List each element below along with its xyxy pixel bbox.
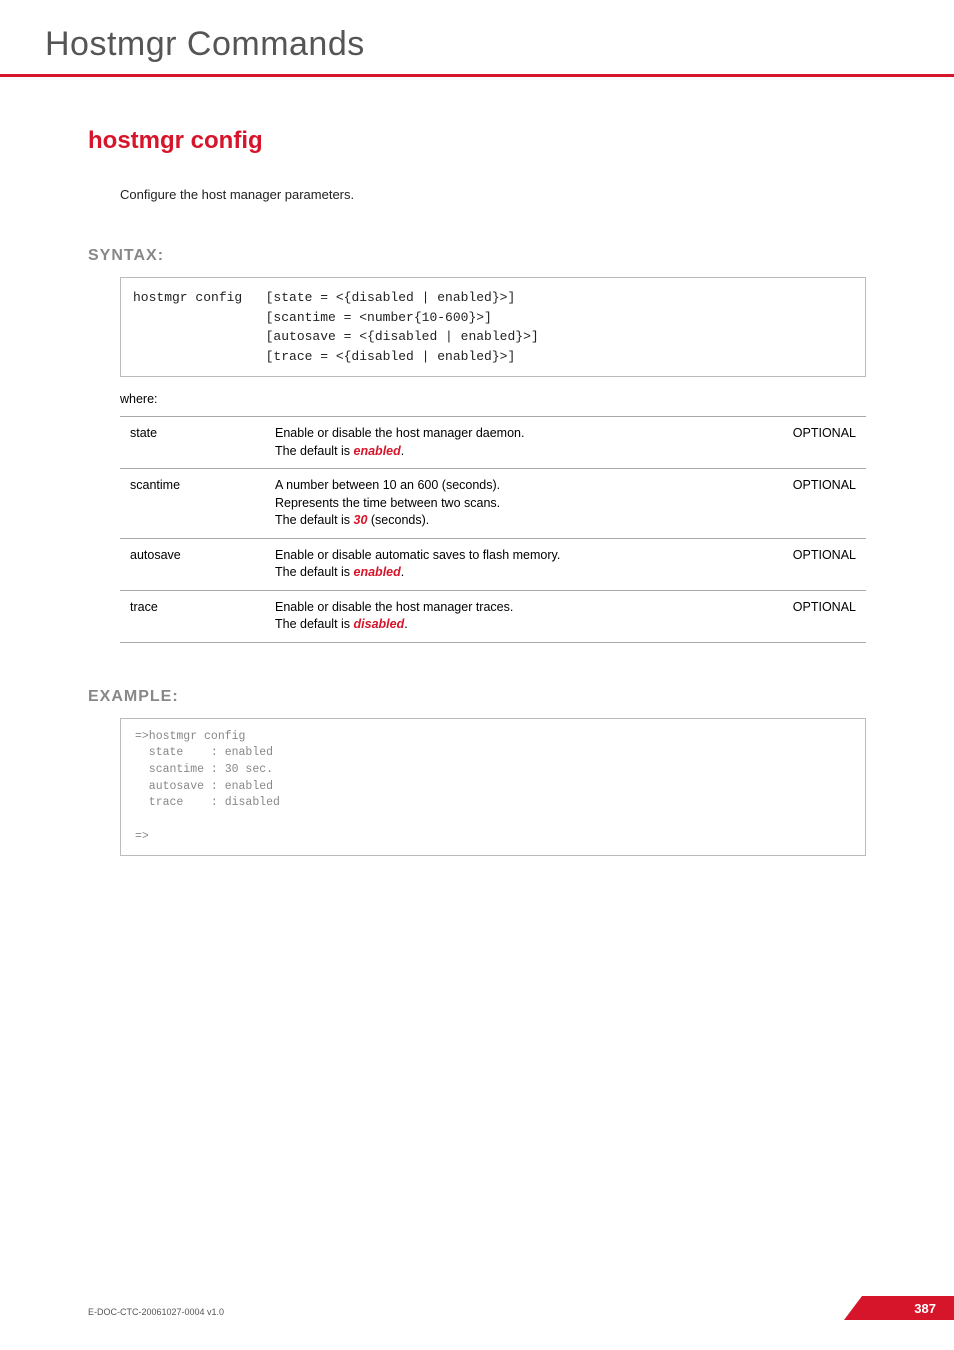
params-table: state Enable or disable the host manager… xyxy=(120,416,866,643)
param-flag: OPTIONAL xyxy=(776,417,866,469)
page-number-badge: 387 xyxy=(844,1296,954,1320)
description: Configure the host manager parameters. xyxy=(120,187,866,202)
param-flag: OPTIONAL xyxy=(776,538,866,590)
table-row: trace Enable or disable the host manager… xyxy=(120,590,866,642)
footer: E-DOC-CTC-20061027-0004 v1.0 387 xyxy=(0,1296,954,1320)
param-desc: Enable or disable automatic saves to fla… xyxy=(265,538,776,590)
section-heading: hostmgr config xyxy=(88,127,866,155)
header-rule xyxy=(0,74,954,77)
page-number: 387 xyxy=(914,1301,936,1316)
syntax-cmd: hostmgr config xyxy=(133,290,242,305)
example-box: =>hostmgr config state : enabled scantim… xyxy=(120,718,866,857)
param-name: scantime xyxy=(120,469,265,539)
param-name: autosave xyxy=(120,538,265,590)
example-label: EXAMPLE: xyxy=(88,688,866,706)
page-badge-shape xyxy=(844,1296,954,1320)
syntax-label: SYNTAX: xyxy=(88,247,866,265)
table-row: autosave Enable or disable automatic sav… xyxy=(120,538,866,590)
table-row: scantime A number between 10 an 600 (sec… xyxy=(120,469,866,539)
param-flag: OPTIONAL xyxy=(776,469,866,539)
doc-id: E-DOC-CTC-20061027-0004 v1.0 xyxy=(88,1307,224,1317)
param-desc: Enable or disable the host manager daemo… xyxy=(265,417,776,469)
param-name: trace xyxy=(120,590,265,642)
param-name: state xyxy=(120,417,265,469)
page-title: Hostmgr Commands xyxy=(0,0,954,74)
param-desc: Enable or disable the host manager trace… xyxy=(265,590,776,642)
where-label: where: xyxy=(120,392,866,406)
syntax-box: hostmgr config [state = <{disabled | ena… xyxy=(120,277,866,377)
param-desc: A number between 10 an 600 (seconds). Re… xyxy=(265,469,776,539)
table-row: state Enable or disable the host manager… xyxy=(120,417,866,469)
param-flag: OPTIONAL xyxy=(776,590,866,642)
